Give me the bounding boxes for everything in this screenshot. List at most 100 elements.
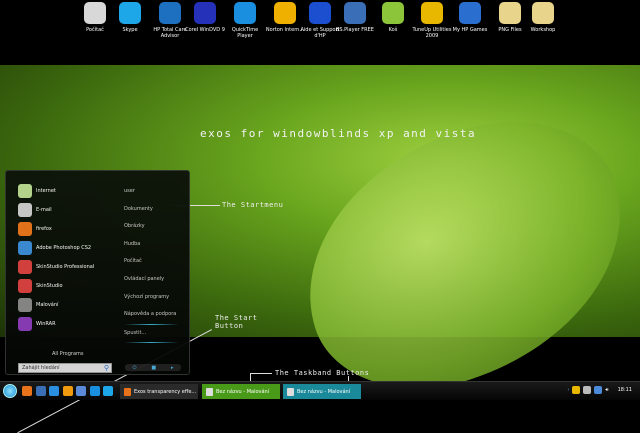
- ie-icon[interactable]: [49, 386, 59, 396]
- app-icon: [287, 387, 294, 396]
- program-icon: [18, 279, 32, 293]
- search-icon[interactable]: ⚲: [104, 364, 109, 372]
- system-tray: ‹ 🔊︎ 18:11: [567, 386, 632, 394]
- run-item[interactable]: Spustit...: [124, 330, 146, 336]
- explorer-icon[interactable]: [76, 386, 86, 396]
- desktop-icon-label: Norton Intern...: [265, 27, 305, 33]
- place-item[interactable]: Počítač: [124, 258, 142, 264]
- desktop-icon-label: Počítač: [86, 27, 104, 33]
- desktop-icon-label: BS.Player FREE: [336, 27, 374, 33]
- place-item[interactable]: Dokumenty: [124, 206, 153, 212]
- desktop-icons: Počítač Skype HP Total Care Advisor Corel W…: [0, 2, 640, 47]
- place-item[interactable]: Obrázky: [124, 223, 145, 229]
- task-label: Bez názvu - Malování: [297, 388, 351, 395]
- app-icon: [274, 2, 296, 24]
- place-item[interactable]: user: [124, 188, 135, 194]
- task-label: Bez názvu - Malování: [216, 388, 270, 395]
- program-item[interactable]: SkinStudio Professional: [18, 259, 94, 275]
- desktop-icon[interactable]: Počítač: [75, 2, 115, 33]
- app-icon: [124, 387, 131, 396]
- desktop-icon[interactable]: Skype: [110, 2, 150, 33]
- start-menu: Internet E-mail firefox Adobe Photoshop CS2…: [5, 170, 190, 375]
- lock-icon[interactable]: ■: [151, 365, 156, 371]
- app-icon: [234, 2, 256, 24]
- program-label: firefox: [36, 226, 52, 232]
- arrow-icon[interactable]: ▸: [171, 365, 174, 371]
- desktop-icon-label: Aide et Support d'HP: [300, 27, 340, 39]
- program-icon: [18, 260, 32, 274]
- app-icon: [119, 2, 141, 24]
- desktop-icon[interactable]: BS.Player FREE: [335, 2, 375, 33]
- note-taskband: The Taskband Buttons: [275, 369, 370, 377]
- power-icon[interactable]: ⏻: [132, 365, 136, 371]
- desktop-icon[interactable]: Workshop: [523, 2, 563, 33]
- program-item[interactable]: SkinStudio: [18, 278, 63, 294]
- desktop-icon[interactable]: Aide et Support d'HP: [300, 2, 340, 39]
- network-icon[interactable]: [583, 386, 592, 394]
- program-icon: [18, 203, 32, 217]
- program-label: Adobe Photoshop CS2: [36, 245, 92, 251]
- desktop-icon[interactable]: QuickTime Player: [225, 2, 265, 39]
- taskband-button[interactable]: Bez názvu - Malování: [283, 384, 361, 399]
- program-item[interactable]: Malování: [18, 297, 58, 313]
- desktop-icon-label: Corel WinDVD 9: [185, 27, 225, 33]
- place-item[interactable]: Hudba: [124, 241, 140, 247]
- desktop-icon[interactable]: Norton Intern...: [265, 2, 305, 33]
- desktop-icon-label: QuickTime Player: [231, 27, 259, 39]
- app-icon: [499, 2, 521, 24]
- taskband-button[interactable]: Exos transparency effe...: [120, 384, 198, 399]
- program-label: Malování: [36, 302, 59, 308]
- app-icon: [344, 2, 366, 24]
- place-item[interactable]: Výchozí programy: [124, 294, 169, 300]
- task-label: Exos transparency effe...: [134, 388, 197, 395]
- taskband-button[interactable]: Bez názvu - Malování: [202, 384, 280, 399]
- headline: Exos for WindowBlinds XP and Vista: [200, 127, 477, 140]
- search-input[interactable]: Zahájit hledání ⚲: [18, 363, 112, 373]
- media-icon[interactable]: [62, 386, 73, 396]
- program-icon: [18, 184, 32, 198]
- app-icon: [159, 2, 181, 24]
- separator: [124, 342, 179, 343]
- program-label: Internet: [36, 188, 56, 194]
- desktop-icon[interactable]: Corel WinDVD 9: [185, 2, 225, 33]
- skype-icon[interactable]: [103, 386, 113, 396]
- firefox-icon[interactable]: [22, 386, 32, 396]
- program-icon: [18, 298, 32, 312]
- place-item[interactable]: Nápověda a podpora: [124, 311, 176, 317]
- volume-icon[interactable]: 🔊︎: [605, 387, 608, 393]
- desktop-icon[interactable]: HP Total Care Advisor: [150, 2, 190, 39]
- monitor-icon[interactable]: [594, 386, 603, 394]
- quicktime-icon[interactable]: [89, 386, 100, 396]
- desktop-icon[interactable]: Koš: [373, 2, 413, 33]
- desktop-icon[interactable]: [35, 386, 46, 396]
- app-icon: [532, 2, 554, 24]
- program-item[interactable]: Adobe Photoshop CS2: [18, 240, 91, 256]
- clock[interactable]: 18:11: [618, 387, 632, 393]
- desktop-icon[interactable]: TuneUp Utilities 2009: [412, 2, 452, 39]
- note-startbutton-2: Button: [215, 322, 244, 330]
- program-item[interactable]: Internet: [18, 183, 56, 199]
- desktop-icon-label: Koš: [388, 27, 398, 33]
- shield-icon[interactable]: [572, 386, 581, 394]
- note-startmenu: The Startmenu: [222, 201, 284, 209]
- program-label: E-mail: [36, 207, 52, 213]
- desktop-icon-label: TuneUp Utilities 2009: [412, 27, 452, 39]
- program-item[interactable]: WinRAR: [18, 316, 56, 332]
- program-label: WinRAR: [36, 321, 56, 327]
- desktop-icon[interactable]: My HP Games: [450, 2, 490, 33]
- search-placeholder: Zahájit hledání: [22, 365, 60, 371]
- all-programs[interactable]: All Programs: [52, 351, 84, 357]
- start-button[interactable]: [3, 384, 17, 398]
- app-icon: [206, 387, 213, 396]
- pointer-line: [250, 373, 272, 374]
- program-label: SkinStudio Professional: [36, 264, 95, 270]
- program-icon: [18, 241, 32, 255]
- program-item[interactable]: firefox: [18, 221, 52, 237]
- desktop-icon-label: HP Total Care Advisor: [153, 27, 187, 39]
- program-item[interactable]: E-mail: [18, 202, 52, 218]
- place-item[interactable]: Ovládací panely: [124, 276, 164, 282]
- app-icon: [84, 2, 106, 24]
- chevron-left-icon[interactable]: ‹: [567, 387, 569, 393]
- program-icon: [18, 317, 32, 331]
- desktop-icon-label: Workshop: [530, 27, 556, 33]
